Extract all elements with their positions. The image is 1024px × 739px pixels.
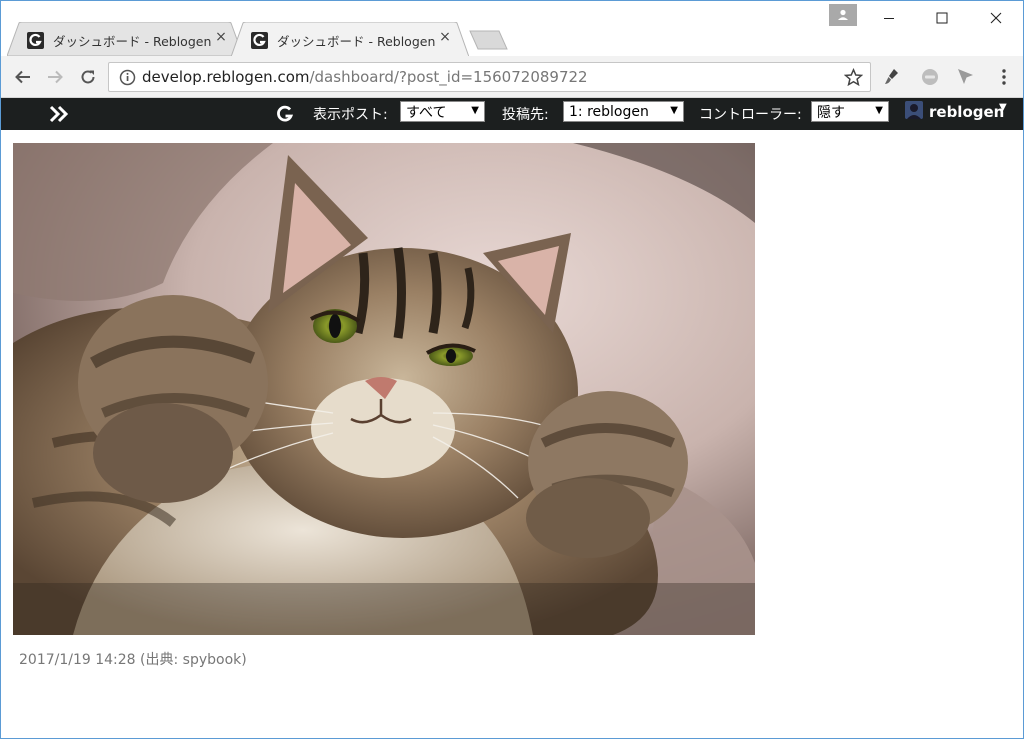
target-select[interactable]: 1: reblogen ▼ (563, 101, 684, 122)
extension-brush-button[interactable] (881, 66, 903, 88)
info-icon[interactable] (119, 69, 136, 86)
extension-badge-icon (922, 69, 938, 85)
extension-cursor-button[interactable] (955, 66, 977, 88)
reload-icon (81, 70, 95, 84)
url-text: develop.reblogen.com/dashboard/?post_id=… (142, 68, 588, 86)
tab-close-icon[interactable]: × (436, 28, 454, 46)
extension-circle-button[interactable] (919, 66, 941, 88)
cursor-arrow-icon (958, 69, 973, 84)
maximize-button[interactable] (919, 5, 965, 31)
dashboard-content: 2017/1/19 14:28 (出典: spybook) (1, 130, 1023, 738)
tab-title: ダッシュボード - Reblogen (277, 34, 436, 49)
target-value: 1: reblogen (569, 103, 649, 120)
dropdown-arrow-icon: ▼ (471, 105, 479, 116)
site-header: 表示ポスト: すべて ▼ 投稿先: 1: reblogen ▼ コントローラー:… (1, 98, 1023, 130)
maximize-icon (936, 12, 948, 24)
user-avatar-icon (905, 101, 923, 119)
close-icon (990, 12, 1002, 24)
tab-close-icon[interactable]: × (212, 28, 230, 46)
post-filter-value: すべて (406, 104, 447, 121)
window-close-button[interactable] (973, 5, 1019, 31)
reblogen-favicon-icon (251, 32, 268, 49)
username[interactable]: reblogen (929, 103, 1004, 121)
url-path: /dashboard/?post_id=156072089722 (309, 68, 588, 86)
more-vertical-icon (1002, 69, 1006, 85)
tab-title: ダッシュボード - Reblogen (53, 34, 212, 49)
tabby-cat-photo (13, 143, 755, 635)
post-filter-label: 表示ポスト: (313, 107, 388, 123)
controller-label: コントローラー: (699, 107, 802, 123)
forward-button[interactable] (43, 65, 67, 89)
tab-dashboard-2[interactable]: ダッシュボード - Reblogen × (231, 22, 469, 57)
user-menu-caret-icon[interactable]: ▼ (999, 102, 1007, 113)
target-label: 投稿先: (502, 107, 549, 123)
back-button[interactable] (11, 65, 35, 89)
chrome-menu-button[interactable] (993, 66, 1015, 88)
tab-strip: ダッシュボード - Reblogen × ダッシュボード - Reblogen … (1, 1, 1023, 57)
arrow-left-icon (15, 70, 30, 84)
dropdown-arrow-icon: ▼ (875, 105, 883, 116)
arrow-right-icon (48, 70, 63, 84)
post-meta: 2017/1/19 14:28 (出典: spybook) (19, 652, 247, 668)
browser-window: ダッシュボード - Reblogen × ダッシュボード - Reblogen … (0, 0, 1024, 739)
avatar[interactable] (905, 101, 923, 119)
minimize-button[interactable] (866, 5, 912, 31)
url-host: develop.reblogen.com (142, 68, 310, 86)
bookmark-star-icon[interactable] (844, 68, 863, 87)
tab-dashboard-1[interactable]: ダッシュボード - Reblogen × (7, 22, 243, 56)
controller-value: 隠す (817, 104, 845, 121)
reblogen-logo-icon[interactable] (276, 105, 294, 123)
reload-button[interactable] (76, 65, 100, 89)
new-tab-button[interactable] (469, 30, 509, 50)
controller-select[interactable]: 隠す ▼ (811, 101, 889, 122)
reblogen-favicon-icon (27, 32, 44, 49)
post-photo[interactable] (13, 143, 755, 635)
double-chevron-right-icon[interactable] (49, 105, 69, 123)
paint-brush-icon (885, 69, 898, 84)
profile-button[interactable] (829, 4, 857, 26)
dropdown-arrow-icon: ▼ (670, 105, 678, 116)
person-icon (838, 9, 848, 20)
browser-toolbar: develop.reblogen.com/dashboard/?post_id=… (1, 56, 1023, 98)
minimize-icon (884, 18, 894, 19)
post-filter-select[interactable]: すべて ▼ (400, 101, 485, 122)
address-bar[interactable]: develop.reblogen.com/dashboard/?post_id=… (108, 62, 871, 92)
